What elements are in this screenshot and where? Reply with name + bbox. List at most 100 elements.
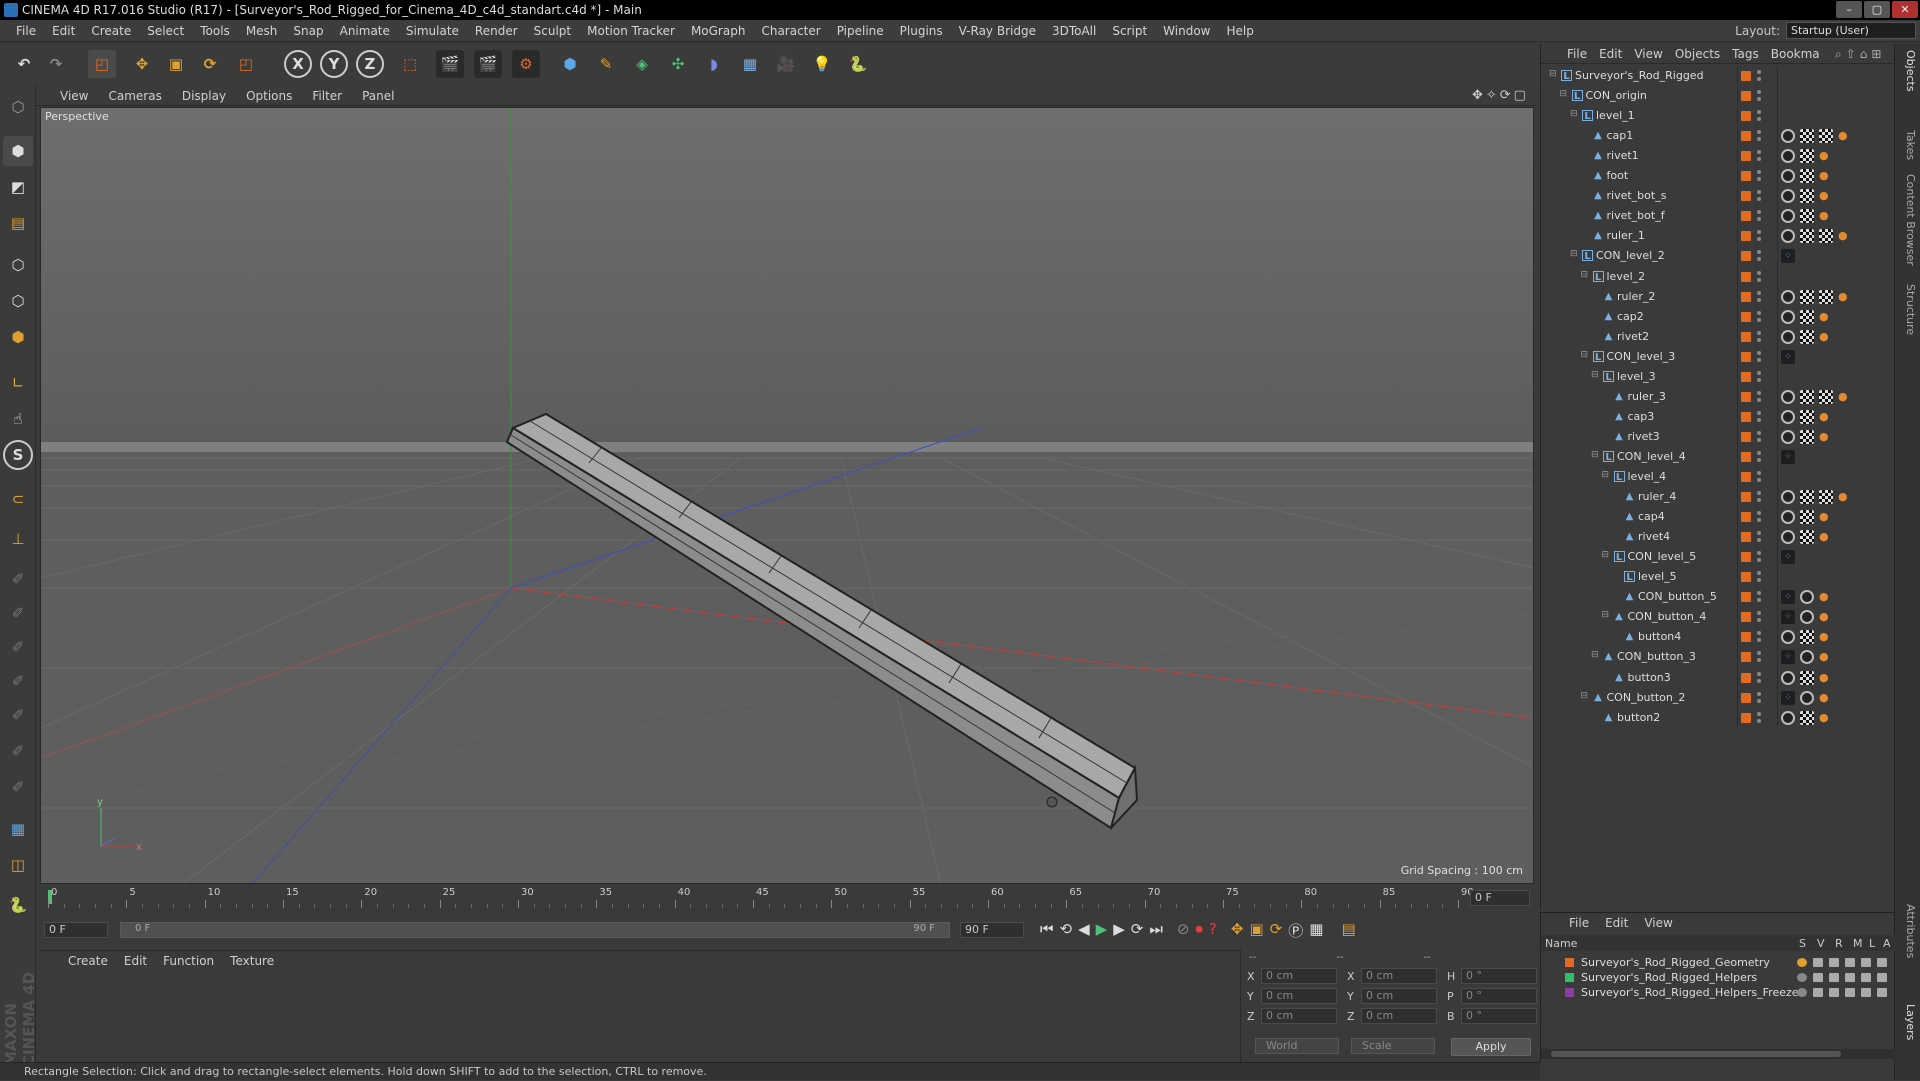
objects-menu-edit[interactable]: Edit	[1593, 47, 1628, 61]
object-name[interactable]: cap2	[1617, 310, 1644, 323]
viewport-menu-view[interactable]: View	[50, 89, 98, 103]
texture-tag-icon[interactable]	[1819, 490, 1833, 505]
tab-content-browser[interactable]: Content Browser	[1899, 174, 1917, 266]
objects-menu-view[interactable]: View	[1628, 47, 1668, 61]
recent-tools-icon[interactable]: ◰	[232, 50, 260, 78]
object-name[interactable]: rivet_bot_f	[1607, 209, 1665, 222]
tree-expander-icon[interactable]: ⊟	[1581, 691, 1589, 701]
layer-color-swatch[interactable]	[1741, 451, 1751, 462]
visibility-dots-icon[interactable]	[1757, 90, 1761, 102]
key-parameter-icon[interactable]: Ⓟ	[1288, 920, 1303, 941]
phong-tag-icon[interactable]	[1800, 610, 1814, 625]
layer-solo-toggle-icon[interactable]	[1797, 973, 1807, 982]
brush-tool-3-icon[interactable]: ✐	[3, 632, 33, 662]
layer-color-swatch[interactable]	[1741, 151, 1751, 162]
visibility-dots-icon[interactable]	[1757, 330, 1761, 343]
visibility-dots-icon[interactable]	[1757, 450, 1761, 463]
live-selection-icon[interactable]: ◰	[88, 50, 116, 78]
layer-color-swatch[interactable]	[1741, 71, 1751, 81]
layer-animation-toggle-icon[interactable]	[1877, 958, 1887, 967]
layer-render-toggle-icon[interactable]	[1829, 973, 1839, 982]
objects-menu-file[interactable]: File	[1561, 47, 1593, 61]
texture-tag-icon[interactable]	[1800, 149, 1814, 164]
material-menu-create[interactable]: Create	[60, 954, 116, 968]
phong-tag-icon[interactable]	[1781, 490, 1795, 505]
texture-tag-icon[interactable]	[1819, 389, 1833, 404]
maximize-button[interactable]: ▢	[1864, 1, 1890, 18]
model-mode-icon[interactable]: ⬢	[3, 136, 33, 166]
texture-tag-icon[interactable]	[1800, 209, 1814, 224]
object-row[interactable]: ▲ rivet1 ●	[1541, 146, 1895, 166]
visibility-dots-icon[interactable]	[1757, 511, 1761, 523]
scale-icon[interactable]: ▣	[162, 50, 190, 78]
layers-menu-view[interactable]: View	[1636, 916, 1680, 930]
key-pla-icon[interactable]: ▦	[1309, 920, 1323, 941]
layer-animation-toggle-icon[interactable]	[1877, 973, 1887, 982]
object-name[interactable]: ruler_3	[1628, 390, 1666, 403]
layer-name[interactable]: Surveyor's_Rod_Rigged_Geometry	[1581, 956, 1770, 969]
visibility-dots-icon[interactable]	[1757, 350, 1761, 363]
visibility-dots-icon[interactable]	[1757, 170, 1761, 182]
brush-tool-6-icon[interactable]: ✐	[3, 736, 33, 766]
object-name[interactable]: CON_origin	[1586, 89, 1647, 102]
object-name[interactable]: CON_button_5	[1638, 590, 1717, 603]
object-name[interactable]: rivet2	[1617, 330, 1649, 343]
rotate-icon[interactable]: ⟳	[196, 50, 224, 78]
object-row[interactable]: ⊟ Llevel_1	[1541, 106, 1895, 126]
phong-tag-icon[interactable]	[1800, 590, 1814, 605]
object-name[interactable]: Surveyor's_Rod_Rigged	[1575, 69, 1704, 82]
menu-file[interactable]: File	[8, 24, 44, 38]
current-frame-field[interactable]: 0 F	[1470, 890, 1530, 906]
points-mode-icon[interactable]: ⬡	[3, 250, 33, 280]
layer-animation-toggle-icon[interactable]	[1877, 988, 1887, 997]
brush-tool-7-icon[interactable]: ✐	[3, 772, 33, 802]
object-row[interactable]: ▲ CON_button_5 ⁘ ●	[1541, 587, 1895, 607]
layer-visible-toggle-icon[interactable]	[1813, 988, 1823, 997]
layer-color-swatch[interactable]	[1565, 988, 1574, 997]
phong-tag-icon[interactable]	[1781, 710, 1795, 725]
object-row[interactable]: ▲ button3 ●	[1541, 668, 1895, 688]
visibility-dots-icon[interactable]	[1757, 230, 1761, 242]
viewport-menu-filter[interactable]: Filter	[302, 89, 352, 103]
object-row[interactable]: ▲ ruler_4 ●	[1541, 487, 1895, 507]
visibility-dots-icon[interactable]	[1757, 270, 1761, 283]
object-row[interactable]: ⊟ L Surveyor's_Rod_Rigged	[1541, 66, 1895, 86]
xpresso-tag-icon[interactable]: ⁘	[1781, 449, 1795, 464]
autokey-icon[interactable]: ⏺	[1195, 920, 1203, 941]
texture-tag-icon[interactable]	[1800, 630, 1814, 645]
menu-help[interactable]: Help	[1218, 24, 1261, 38]
cloner-icon[interactable]: ✣	[664, 50, 692, 78]
layer-color-swatch[interactable]	[1741, 351, 1751, 362]
workplane-axis-icon[interactable]: ⊥	[3, 524, 33, 554]
object-row[interactable]: ▲ rivet3 ●	[1541, 427, 1895, 447]
vray-tag-icon[interactable]: ●	[1819, 330, 1833, 344]
keyframe-selection-icon[interactable]: ?	[1209, 920, 1217, 941]
layer-visible-toggle-icon[interactable]	[1813, 958, 1823, 967]
layer-color-swatch[interactable]	[1741, 652, 1751, 663]
coord-rotation-input[interactable]: 0 °	[1461, 988, 1537, 1004]
camera-icon[interactable]: 🎥	[772, 50, 800, 78]
coord-size-input[interactable]: 0 cm	[1361, 988, 1437, 1004]
object-name[interactable]: ruler_4	[1638, 490, 1676, 503]
polygons-mode-icon[interactable]: ⬢	[3, 322, 33, 352]
layers-menu-edit[interactable]: Edit	[1597, 916, 1636, 930]
menu-render[interactable]: Render	[467, 24, 526, 38]
object-row[interactable]: ▲ rivet4 ●	[1541, 527, 1895, 547]
next-frame-icon[interactable]: ▶	[1113, 920, 1125, 941]
layer-color-swatch[interactable]	[1741, 572, 1751, 583]
object-row[interactable]: ⊟ L CON_origin	[1541, 86, 1895, 106]
menu-3dtoall[interactable]: 3DToAll	[1044, 24, 1104, 38]
vray-tag-icon[interactable]: ●	[1838, 390, 1852, 404]
spline-pen-icon[interactable]: ✎	[592, 50, 620, 78]
object-name[interactable]: level_5	[1638, 570, 1677, 583]
object-name[interactable]: CON_button_2	[1607, 691, 1686, 704]
xpresso-tag-icon[interactable]: ⁘	[1781, 550, 1795, 565]
python-icon[interactable]: 🐍	[844, 50, 872, 78]
layer-manager-toggle-icon[interactable]	[1845, 973, 1855, 982]
vray-tag-icon[interactable]: ●	[1819, 590, 1833, 604]
object-name[interactable]: button2	[1617, 711, 1660, 724]
tree-expander-icon[interactable]: ⊟	[1591, 650, 1599, 660]
phong-tag-icon[interactable]	[1800, 650, 1814, 665]
texture-tag-icon[interactable]	[1800, 189, 1814, 204]
coord-size-input[interactable]: 0 cm	[1361, 968, 1437, 984]
